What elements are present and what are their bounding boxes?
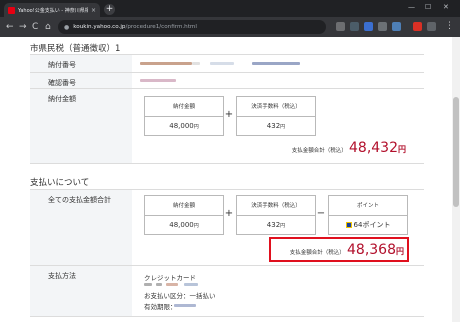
amount-box-head: 納付金額: [145, 97, 223, 117]
payment-method-value: クレジットカード お支払い区分：一括払い 有効期限：: [132, 266, 424, 316]
tab-strip: Yahoo!公金支払い - 神奈川県相模 × + — ☐ ✕: [0, 0, 460, 17]
forward-button[interactable]: →: [19, 20, 27, 34]
section-title-tax: 市県民税（普通徴収）1: [30, 44, 121, 54]
payment-method-label: 支払方法: [30, 266, 132, 316]
plus-sign: +: [224, 109, 234, 120]
yen-unit: 円: [193, 124, 199, 130]
all-total-amount-value: 48,368: [347, 242, 396, 258]
all-payment-number: 48,000: [169, 221, 194, 229]
all-total-amount-label: 支払金額合計（税込）: [289, 250, 345, 256]
address-bar[interactable]: ● koukin.yahoo.co.jp/procedure1/confirm.…: [58, 20, 326, 34]
url-path: /procedure1/confirm.html: [125, 24, 197, 30]
all-total-label: 全ての支払金額合計: [30, 190, 132, 265]
masked-payment-number: [140, 62, 192, 65]
card-type: クレジットカード: [144, 274, 196, 282]
total-amount-label: 支払金額合計（税込）: [291, 148, 347, 154]
yen-unit: 円: [280, 223, 286, 229]
url-text: koukin.yahoo.co.jp/procedure1/confirm.ht…: [73, 24, 197, 30]
confirm-number-value: [132, 73, 424, 88]
page-scrollbar[interactable]: [452, 37, 460, 322]
all-total-amount-unit: 円: [396, 247, 404, 256]
all-fee-head: 決済手数料（税込）: [237, 196, 315, 216]
masked-card-number: [156, 283, 162, 286]
all-fee-number: 432: [266, 221, 281, 229]
masked-card-number: [166, 283, 178, 286]
scrollbar-thumb[interactable]: [453, 97, 459, 207]
masked-payment-number: [192, 62, 200, 65]
bookmark-star-icon[interactable]: [336, 22, 345, 31]
extension-icon[interactable]: [413, 22, 422, 31]
total-amount-unit: 円: [398, 145, 406, 154]
row-payment-amount: 納付金額 納付金額 48,000円 + 決済手数料（税込） 432円 支払金額合…: [30, 88, 424, 164]
extension-icon[interactable]: [350, 22, 359, 31]
home-button[interactable]: ⌂: [45, 20, 51, 34]
t-point-icon: [345, 222, 352, 228]
plus-sign: +: [224, 208, 234, 219]
amount-box-payment: 納付金額 48,000円: [144, 96, 224, 136]
masked-expiry: [174, 304, 196, 307]
all-box-body: 48,000円: [145, 216, 223, 235]
masked-payment-number: [252, 62, 300, 65]
all-box-head: 納付金額: [145, 196, 223, 216]
points-value: 64ポイント: [353, 221, 391, 229]
extension-icon[interactable]: [364, 22, 373, 31]
profile-icon[interactable]: [427, 22, 436, 31]
minimize-button[interactable]: —: [408, 3, 415, 11]
fee-amount-number: 432: [266, 122, 281, 130]
masked-card-number: [144, 283, 152, 286]
row-all-total: 全ての支払金額合計 納付金額 48,000円 + 決済手数料（税込） 432円 …: [30, 189, 424, 265]
maximize-button[interactable]: ☐: [425, 3, 431, 11]
all-total-value: 納付金額 48,000円 + 決済手数料（税込） 432円 − ポイント 64ポ…: [132, 190, 424, 265]
all-box-fee: 決済手数料（税込） 432円: [236, 195, 316, 235]
amount-box-fee: 決済手数料（税込） 432円: [236, 96, 316, 136]
all-box-payment: 納付金額 48,000円: [144, 195, 224, 235]
payment-number-value: [132, 55, 424, 72]
row-payment-number: 納付番号: [30, 54, 424, 72]
extension-icon[interactable]: [392, 22, 401, 31]
all-total-amount: 支払金額合計（税込） 48,368円: [290, 242, 404, 258]
extension-icon[interactable]: [378, 22, 387, 31]
tab-close-icon[interactable]: ×: [91, 7, 96, 14]
total-amount: 支払金額合計（税込） 48,432円: [292, 140, 406, 156]
yen-unit: 円: [193, 223, 199, 229]
masked-card-number: [184, 283, 198, 286]
back-button[interactable]: ←: [6, 20, 14, 34]
payment-number-label: 納付番号: [30, 55, 132, 72]
fee-box-body: 432円: [237, 117, 315, 136]
amount-box-body: 48,000円: [145, 117, 223, 136]
minus-sign: −: [316, 208, 326, 219]
url-host: koukin.yahoo.co.jp: [73, 24, 126, 30]
section-title-payment: 支払いについて: [30, 178, 90, 188]
total-amount-value: 48,432: [349, 140, 398, 156]
all-fee-body: 432円: [237, 216, 315, 235]
yahoo-favicon-icon: [8, 6, 15, 14]
yen-unit: 円: [280, 124, 286, 130]
page-viewport: 市県民税（普通徴収）1 納付番号 確認番号 納付金額 納付金額 48,000円 …: [0, 37, 452, 322]
browser-toolbar: ← → C ⌂ ● koukin.yahoo.co.jp/procedure1/…: [0, 17, 460, 37]
payment-amount-number: 48,000: [169, 122, 194, 130]
row-confirm-number: 確認番号: [30, 72, 424, 88]
all-box-points: ポイント 64ポイント: [328, 195, 408, 235]
masked-confirm-number: [140, 79, 176, 82]
fee-box-head: 決済手数料（税込）: [237, 97, 315, 117]
menu-icon[interactable]: ⋮: [445, 19, 454, 33]
payment-amount-label: 納付金額: [30, 89, 132, 163]
payment-amount-value: 納付金額 48,000円 + 決済手数料（税込） 432円 支払金額合計（税込）…: [132, 89, 424, 163]
row-payment-method: 支払方法 クレジットカード お支払い区分：一括払い 有効期限：: [30, 265, 424, 317]
reload-button[interactable]: C: [32, 20, 38, 34]
expiry-label: 有効期限：: [144, 303, 177, 311]
lock-icon: ●: [64, 23, 70, 31]
tab-title: Yahoo!公金支払い - 神奈川県相模: [18, 7, 88, 14]
masked-payment-number: [210, 62, 234, 65]
installment-type: お支払い区分：一括払い: [144, 292, 216, 300]
window-close-button[interactable]: ✕: [443, 3, 449, 11]
new-tab-button[interactable]: +: [104, 4, 115, 15]
confirm-number-label: 確認番号: [30, 73, 132, 88]
points-body: 64ポイント: [329, 216, 407, 235]
browser-tab[interactable]: Yahoo!公金支払い - 神奈川県相模 ×: [4, 3, 100, 17]
points-head: ポイント: [329, 196, 407, 216]
